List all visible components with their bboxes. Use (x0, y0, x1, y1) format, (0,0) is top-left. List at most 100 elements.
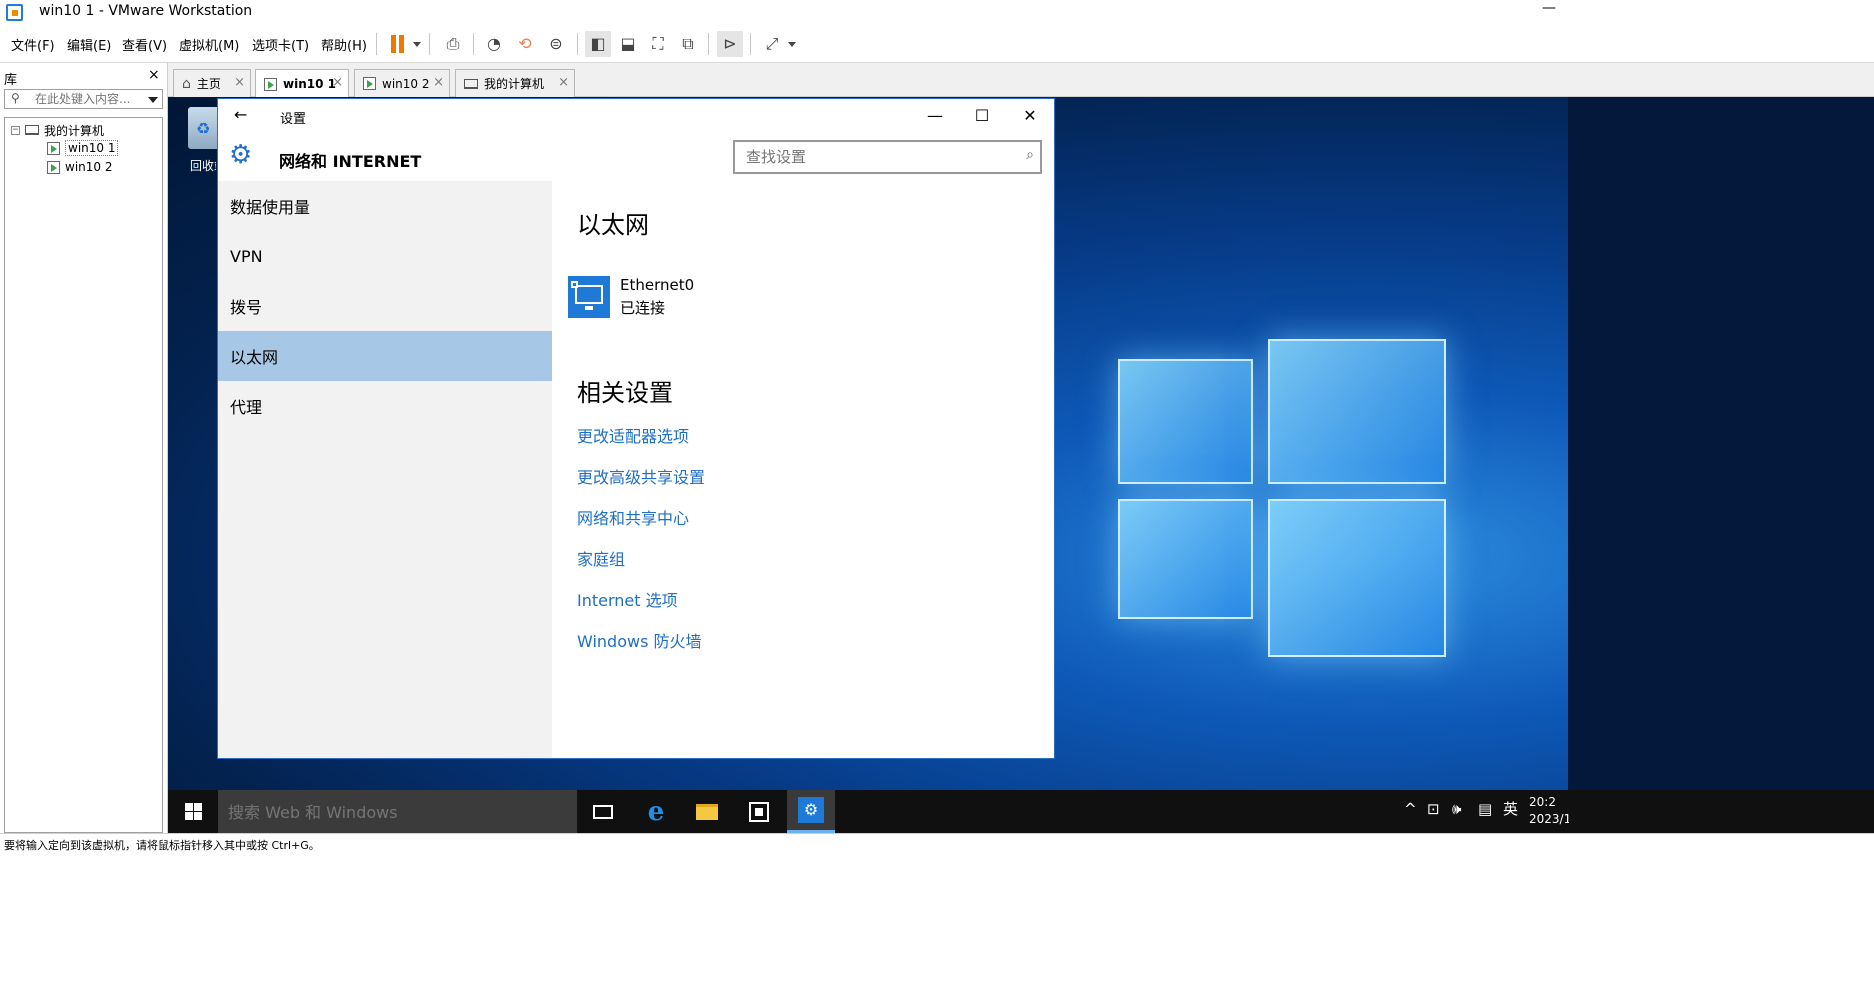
tab-home[interactable]: ⌂ 主页 × (173, 69, 251, 97)
pause-icon (390, 35, 404, 53)
menu-vm[interactable]: 虚拟机(M) (179, 35, 239, 54)
notification-icon[interactable]: ▤ (1478, 802, 1492, 817)
title-bar: win10 1 - VMware Workstation — (0, 0, 1874, 25)
menu-tabs[interactable]: 选项卡(T) (252, 35, 309, 54)
menu-view[interactable]: 查看(V) (122, 35, 167, 54)
task-view-icon (593, 804, 613, 819)
minimize-button[interactable]: — (1542, 0, 1556, 16)
tab-label: 主页 (196, 77, 221, 91)
tab-my-computer[interactable]: 我的计算机 × (455, 69, 575, 97)
link-homegroup[interactable]: 家庭组 (577, 546, 625, 570)
adapter-name[interactable]: Ethernet0 (620, 276, 694, 294)
edge-button[interactable]: e (632, 790, 680, 833)
clock-time: 20:2 (1529, 795, 1556, 809)
snapshot-button[interactable]: ◔ (481, 31, 507, 57)
tab-close-icon[interactable]: × (332, 75, 343, 90)
vm-running-icon (47, 141, 60, 155)
settings-minimize-button[interactable]: — (920, 103, 950, 129)
stretch-dropdown-caret[interactable] (788, 42, 796, 47)
tab-close-icon[interactable]: × (558, 75, 569, 90)
console-view-button[interactable]: ⊳ (717, 31, 743, 57)
tab-label: win10 2 (382, 76, 430, 91)
stretch-button[interactable]: ⤢ (759, 31, 785, 57)
tree-item-my-computer[interactable]: − 我的计算机 (11, 121, 104, 139)
settings-close-button[interactable]: ✕ (1015, 103, 1045, 129)
pause-dropdown-caret[interactable] (413, 42, 421, 47)
task-view-button[interactable] (579, 790, 627, 833)
fullscreen-button[interactable]: ⛶ (645, 31, 671, 57)
toolbar-separator (750, 33, 751, 55)
link-advanced-sharing[interactable]: 更改高级共享设置 (577, 464, 705, 488)
nav-item-ethernet[interactable]: 以太网 (218, 331, 552, 381)
unity-button[interactable]: ⧉ (675, 31, 701, 57)
fullscreen-icon: ⛶ (652, 34, 664, 53)
settings-task-button[interactable]: ⚙ (787, 790, 835, 833)
logo-pane (1118, 499, 1253, 619)
settings-window-title: 设置 (280, 112, 307, 127)
nav-item-data-usage[interactable]: 数据使用量 (218, 181, 552, 231)
nav-item-vpn[interactable]: VPN (218, 231, 552, 281)
volume-icon[interactable]: 🕪 (1452, 802, 1461, 817)
tree-item-vm-win10-1[interactable]: win10 1 (47, 139, 119, 157)
page-title: 网络和 INTERNET (279, 152, 422, 171)
menu-edit[interactable]: 编辑(E) (67, 35, 111, 54)
link-internet-options[interactable]: Internet 选项 (577, 587, 678, 611)
snapshot-manager-button[interactable]: ⊜ (543, 31, 569, 57)
snapshot-manager-icon: ⊜ (549, 34, 563, 53)
library-search-input[interactable] (35, 91, 140, 107)
thumbnail-view-button[interactable]: ⬓ (615, 31, 641, 57)
tree-item-vm-win10-2[interactable]: win10 2 (47, 158, 112, 176)
stretch-icon: ⤢ (765, 34, 779, 53)
tab-close-icon[interactable]: × (433, 75, 444, 90)
tab-close-icon[interactable]: × (234, 75, 245, 90)
menu-help[interactable]: 帮助(H) (321, 35, 367, 54)
settings-search-input[interactable] (746, 146, 1006, 168)
library-panel: 库 × ⚲ − 我的计算机 win10 1 win10 2 (0, 63, 168, 837)
pause-button[interactable] (384, 31, 410, 57)
settings-maximize-button[interactable]: ☐ (967, 103, 997, 129)
collapse-icon[interactable]: − (11, 125, 20, 135)
settings-nav: 数据使用量 VPN 拨号 以太网 代理 (218, 181, 552, 758)
logo-pane (1118, 359, 1253, 484)
store-button[interactable] (735, 790, 783, 833)
network-icon[interactable]: ⊡ (1427, 802, 1440, 817)
library-close-button[interactable]: × (148, 67, 160, 83)
monitor-icon (464, 78, 478, 89)
vm-display[interactable]: ♻ 回收站 ← 设置 — ☐ ✕ ⚙ 网络和 INTERNET ⌕ 数据使用量 … (168, 97, 1874, 833)
snapshot-icon: ◔ (487, 34, 501, 53)
link-change-adapter-options[interactable]: 更改适配器选项 (577, 423, 689, 447)
taskbar-search-input[interactable] (228, 800, 558, 824)
search-icon[interactable]: ⌕ (1026, 147, 1034, 163)
tree-item-label: win10 2 (65, 160, 113, 174)
tab-label: 我的计算机 (484, 77, 545, 91)
library-view-button[interactable]: ◧ (585, 31, 611, 57)
menu-file[interactable]: 文件(F) (11, 35, 55, 54)
toolbar-separator (473, 33, 474, 55)
logo-pane (1268, 499, 1446, 657)
file-explorer-button[interactable] (683, 790, 731, 833)
tab-win10-1[interactable]: win10 1 × (255, 69, 349, 98)
link-network-sharing-center[interactable]: 网络和共享中心 (577, 505, 689, 529)
back-arrow-icon[interactable]: ← (234, 105, 247, 124)
search-dropdown-icon[interactable] (148, 97, 158, 103)
send-ctrl-alt-del-button[interactable]: ⎙ (440, 31, 466, 57)
nav-item-proxy[interactable]: 代理 (218, 381, 552, 431)
menu-bar: 文件(F) 编辑(E) 查看(V) 虚拟机(M) 选项卡(T) 帮助(H) ⎙ … (0, 25, 1874, 63)
tray-overflow-icon[interactable]: ^ (1404, 802, 1417, 817)
taskbar-search (218, 790, 577, 833)
ime-indicator[interactable]: 英 (1503, 802, 1518, 817)
tab-win10-2[interactable]: win10 2 × (354, 69, 450, 97)
toolbar-separator (708, 33, 709, 55)
send-ctrl-alt-del-icon: ⎙ (446, 34, 460, 53)
nav-item-dialup[interactable]: 拨号 (218, 281, 552, 331)
start-button[interactable] (168, 790, 218, 833)
settings-header: ⚙ 网络和 INTERNET ⌕ (218, 133, 1054, 181)
ethernet-adapter-icon[interactable] (568, 276, 610, 318)
status-message: 要将输入定向到该虚拟机，请将鼠标指针移入其中或按 Ctrl+G。 (4, 839, 320, 852)
vm-icon (264, 77, 277, 91)
clock[interactable]: 20:2 2023/1 (1529, 794, 1569, 828)
toolbar-separator (429, 33, 430, 55)
gear-icon: ⚙ (229, 140, 253, 170)
link-windows-firewall[interactable]: Windows 防火墙 (577, 628, 702, 652)
revert-snapshot-button[interactable]: ⟲ (512, 31, 538, 57)
